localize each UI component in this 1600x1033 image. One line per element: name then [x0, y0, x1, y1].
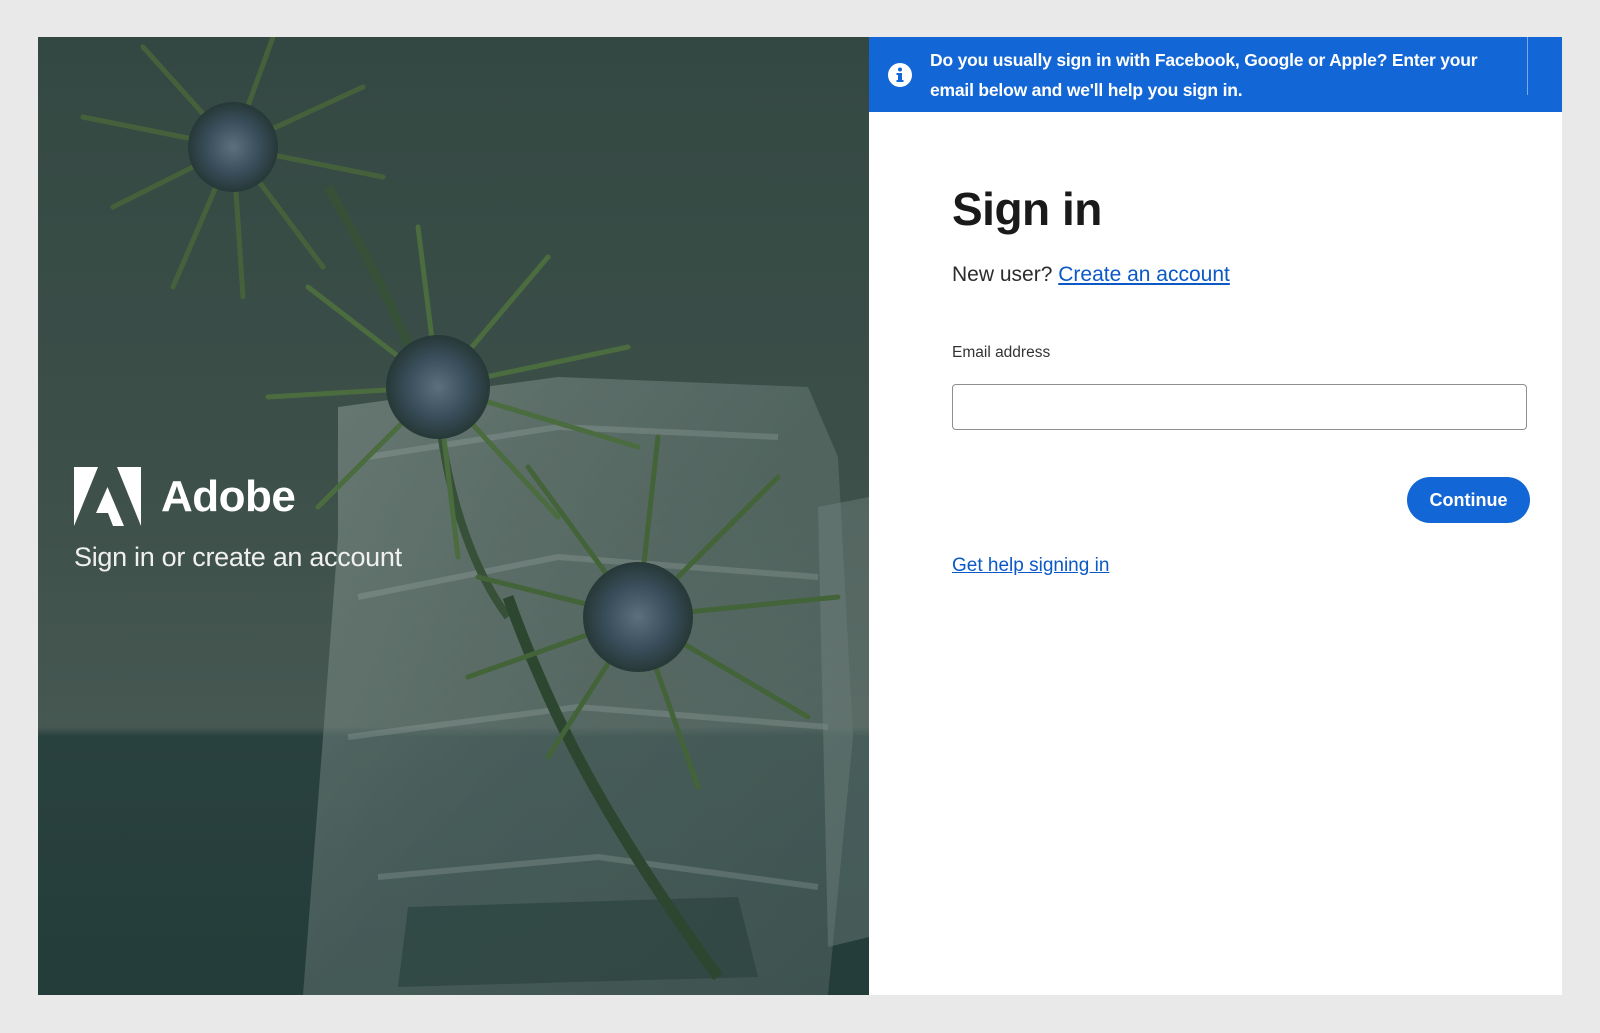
email-label: Email address: [952, 344, 1051, 361]
new-user-prompt: New user?: [952, 263, 1053, 286]
info-banner-message: Do you usually sign in with Facebook, Go…: [930, 49, 1478, 100]
sign-in-panel: Do you usually sign in with Facebook, Go…: [869, 37, 1562, 995]
page-title: Sign in: [952, 183, 1102, 235]
create-account-link[interactable]: Create an account: [1058, 263, 1230, 286]
new-user-row: New user? Create an account: [952, 263, 1230, 287]
continue-button[interactable]: Continue: [1407, 477, 1530, 523]
adobe-logo-icon: [74, 467, 141, 526]
email-field[interactable]: [952, 384, 1527, 430]
brand-tagline: Sign in or create an account: [74, 542, 402, 572]
info-banner: Do you usually sign in with Facebook, Go…: [869, 37, 1562, 112]
info-icon: [888, 62, 912, 87]
banner-divider: [1527, 37, 1528, 95]
brand-row: Adobe: [74, 467, 402, 526]
brand-block: Adobe Sign in or create an account: [74, 467, 402, 573]
brand-name: Adobe: [161, 471, 296, 521]
get-help-signing-in-link[interactable]: Get help signing in: [952, 555, 1109, 577]
sign-in-window: Adobe Sign in or create an account Do yo…: [38, 37, 1562, 995]
hero-panel: Adobe Sign in or create an account: [38, 37, 869, 995]
